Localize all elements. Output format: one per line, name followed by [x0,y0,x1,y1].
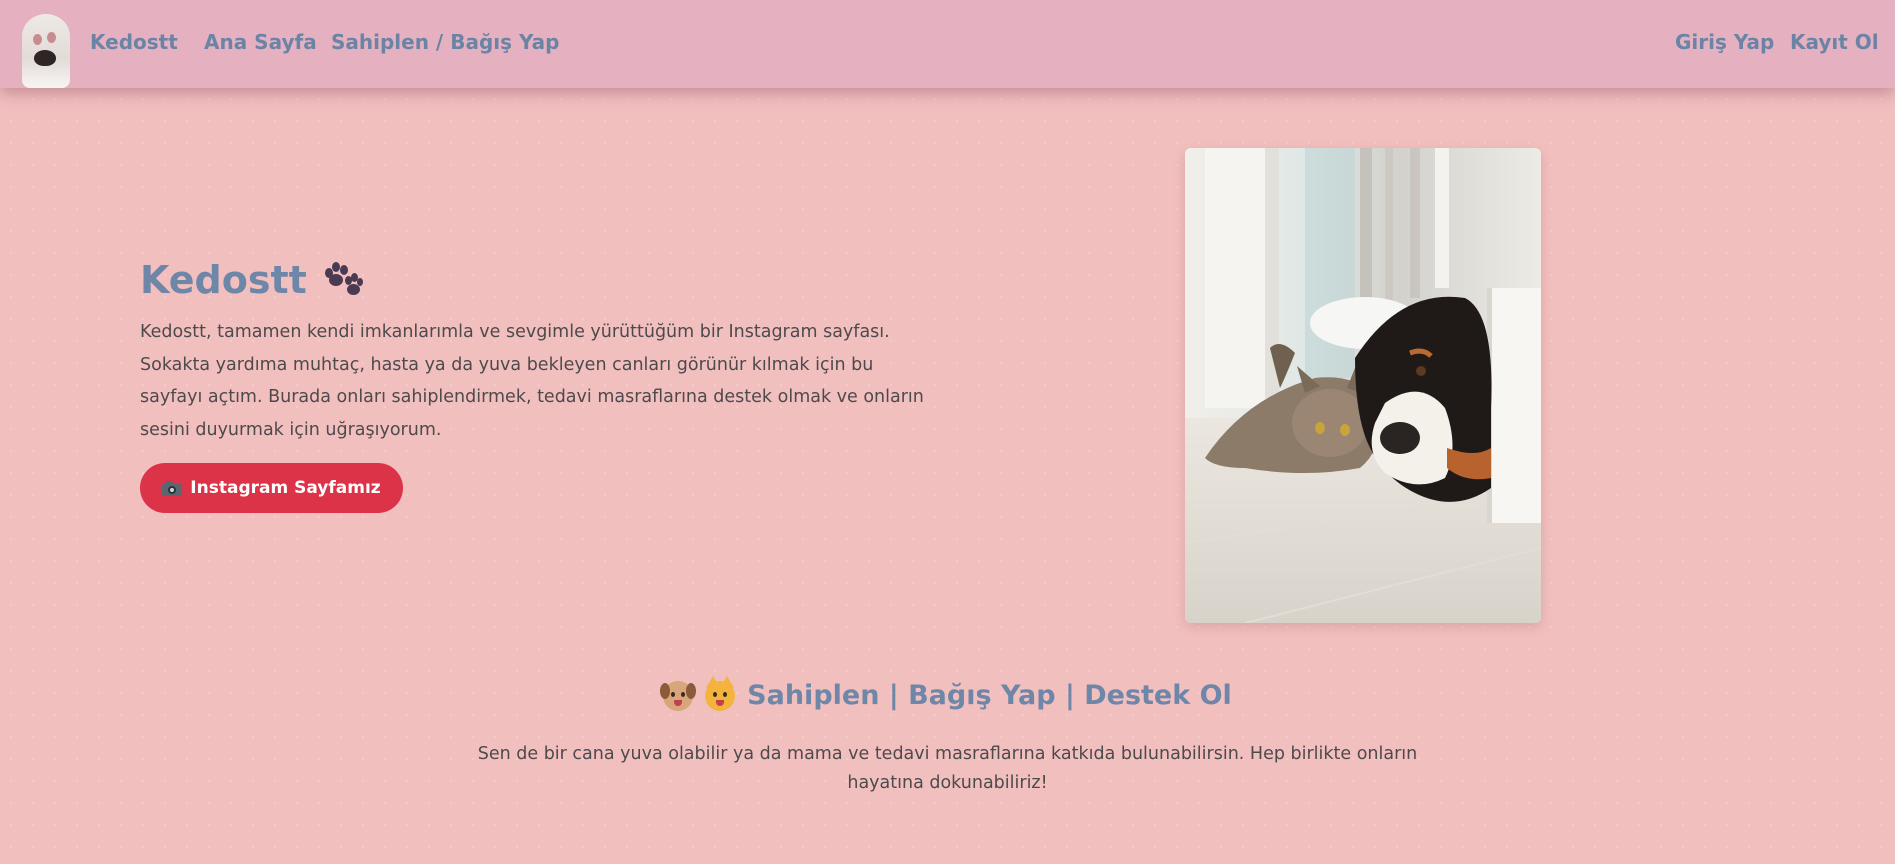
camera-icon [162,480,183,496]
cat-face-icon [705,675,736,711]
paw-prints-icon [323,262,363,298]
hero-title: Kedostt [140,258,363,302]
hero-description: Kedostt, tamamen kendi imkanlarımla ve s… [140,322,924,440]
nav-link-adopt-donate[interactable]: Sahiplen / Bağış Yap [331,30,559,54]
nav-link-home[interactable]: Ana Sayfa [204,30,317,54]
register-link[interactable]: Kayıt Ol [1790,30,1879,54]
brand-link[interactable]: Kedostt [90,30,178,54]
navbar: Kedostt Ana Sayfa Sahiplen / Bağış Yap G… [0,0,1895,88]
paw-logo-icon[interactable] [22,14,70,88]
dog-face-icon [660,680,697,711]
instagram-button[interactable]: Instagram Sayfamız [140,463,403,513]
section-description: Sen de bir cana yuva olabilir ya da mama… [477,744,1418,793]
hero-title-text: Kedostt [140,258,307,302]
cat-and-dog-photo [1185,148,1541,623]
section-title: Sahiplen | Bağış Yap | Destek Ol [0,675,1895,711]
login-link[interactable]: Giriş Yap [1675,30,1774,54]
section-title-text: Sahiplen | Bağış Yap | Destek Ol [747,680,1232,711]
instagram-button-label: Instagram Sayfamız [190,478,381,498]
